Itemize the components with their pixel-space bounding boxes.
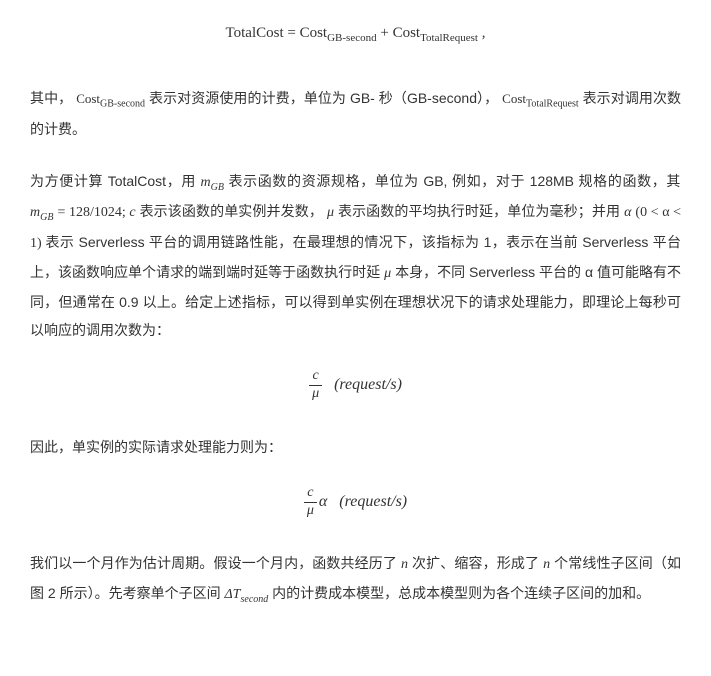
eq-term2: CostTotalRequest: [393, 25, 482, 41]
p2-text-b: 表示函数的资源规格，单位为 GB, 例如，对于 128MB 规格的函数，其: [229, 173, 682, 189]
m-gb2-base: m: [30, 205, 40, 220]
var-c: c: [129, 205, 135, 220]
p2-text-c: 表示该函数的单实例并发数，: [140, 203, 323, 219]
frac2-num: c: [304, 485, 317, 503]
p4-text-d: 内的计费成本模型，总成本模型则为各个连续子区间的加和。: [272, 585, 650, 601]
equation-totalcost: TotalCost = CostGB-second + CostTotalReq…: [30, 25, 681, 44]
p2-text-d: 表示函数的平均执行时延，单位为毫秒；并用: [338, 203, 624, 219]
frac-c-mu-2: c μ: [304, 485, 317, 520]
cost-gb-base: Cost: [76, 91, 100, 106]
var-alpha: α: [624, 205, 631, 220]
p1-text-a: 其中，: [30, 90, 72, 106]
frac-den: μ: [309, 386, 322, 403]
frac2-den: μ: [304, 503, 317, 520]
alpha-multiplier: α: [319, 493, 327, 510]
eq-lhs: TotalCost: [226, 25, 284, 41]
unit-request-s-2: (request/s): [339, 493, 407, 510]
delta-t-base: ΔT: [224, 587, 240, 602]
term-cost-tr: CostTotalRequest: [502, 91, 578, 106]
m-gb-sub: GB: [211, 181, 224, 192]
m-gb2-sub: GB: [40, 212, 53, 223]
cost-gb-sub: GB-second: [100, 99, 145, 110]
term2-sub: TotalRequest: [420, 32, 478, 44]
term-cost-gb: CostGB-second: [76, 91, 145, 106]
var-m-gb2: mGB: [30, 205, 53, 220]
var-delta-t: ΔTsecond: [224, 587, 268, 602]
eq-plus: +: [380, 25, 388, 41]
var-n2: n: [543, 557, 550, 572]
p2-eqv: = 128/1024;: [57, 205, 129, 220]
term1-sub: GB-second: [327, 32, 377, 44]
paragraph-4: 我们以一个月作为估计周期。假设一个月内，函数共经历了 n 次扩、缩容，形成了 n…: [30, 549, 681, 610]
var-n1: n: [401, 557, 408, 572]
var-mu: μ: [327, 205, 334, 220]
p4-text-b: 次扩、缩容，形成了: [412, 555, 543, 571]
paragraph-1: 其中， CostGB-second 表示对资源使用的计费，单位为 GB- 秒（G…: [30, 84, 681, 143]
equation-actual-throughput: c μ α (request/s): [30, 485, 681, 520]
equation-ideal-throughput: c μ (request/s): [30, 368, 681, 403]
delta-t-sub: second: [240, 594, 268, 605]
p3-text-a: 因此，单实例的实际请求处理能力则为：: [30, 439, 282, 455]
var-mu2: μ: [384, 266, 391, 281]
frac-c-mu: c μ: [309, 368, 322, 403]
eq-term1: CostGB-second: [300, 25, 381, 41]
paragraph-3: 因此，单实例的实际请求处理能力则为：: [30, 433, 681, 461]
term1-base: Cost: [300, 25, 328, 41]
m-gb-base: m: [201, 175, 211, 190]
term2-base: Cost: [393, 25, 421, 41]
frac-num: c: [309, 368, 322, 386]
cost-tr-base: Cost: [502, 91, 526, 106]
p1-text-b: 表示对资源使用的计费，单位为 GB- 秒（GB-second），: [149, 90, 498, 106]
unit-request-s: (request/s): [334, 376, 402, 393]
eq-sign: =: [287, 25, 295, 41]
cost-tr-sub: TotalRequest: [526, 99, 579, 110]
p4-text-a: 我们以一个月作为估计周期。假设一个月内，函数共经历了: [30, 555, 401, 571]
p2-text-a: 为方便计算 TotalCost，用: [30, 173, 201, 189]
eq-tail: ,: [482, 25, 486, 41]
var-m-gb: mGB: [201, 175, 224, 190]
paragraph-2: 为方便计算 TotalCost，用 mGB 表示函数的资源规格，单位为 GB, …: [30, 167, 681, 345]
